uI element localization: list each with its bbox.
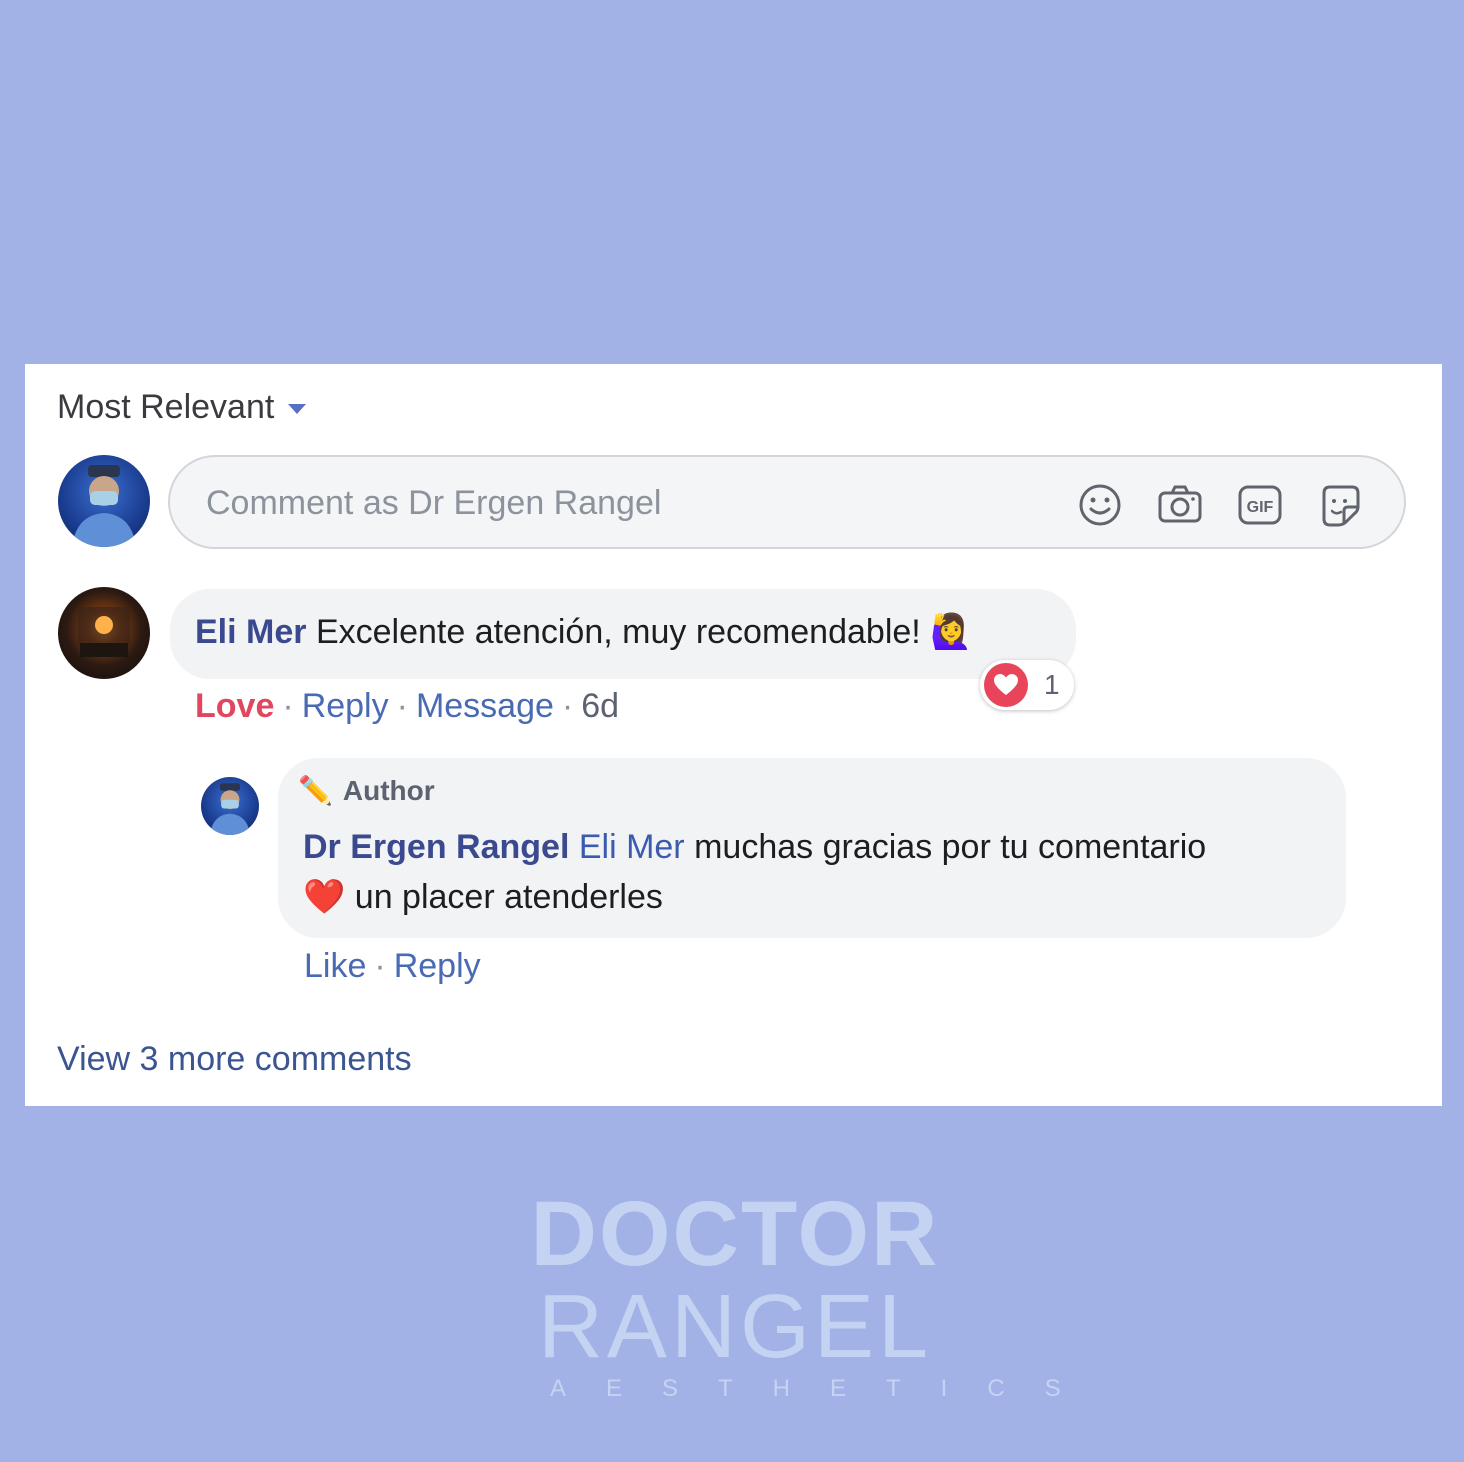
reply-text-line2: un placer atenderles [354, 878, 663, 916]
logo-line1: DOCTOR [530, 1183, 940, 1285]
logo-line2: RANGEL [537, 1277, 933, 1377]
gif-icon[interactable]: GIF [1236, 481, 1284, 529]
avatar[interactable] [58, 455, 150, 547]
author-badge-label: Author [342, 774, 435, 806]
raising-hand-emoji: 🙋‍♀️ [930, 613, 973, 651]
like-button[interactable]: Like [304, 947, 366, 985]
reaction-count: 1 [1044, 669, 1060, 700]
svg-text:GIF: GIF [1247, 499, 1274, 516]
reply-text-line1: muchas gracias por tu comentario [694, 828, 1207, 866]
comment-bubble: Eli Mer Excelente atención, muy recomend… [170, 589, 1076, 679]
comment-author[interactable]: Eli Mer [195, 613, 306, 651]
heart-emoji: ❤️ [303, 878, 346, 916]
reaction-summary[interactable]: 1 [980, 660, 1074, 710]
avatar[interactable] [201, 777, 259, 835]
love-reaction-icon [984, 663, 1028, 707]
camera-icon[interactable] [1156, 481, 1204, 529]
brand-logo: DOCTOR RANGEL AESTHETICS [530, 1183, 1101, 1404]
caret-down-icon [288, 403, 307, 414]
reply-bubble: ✏️ Author Dr Ergen Rangel Eli Mer muchas… [278, 758, 1346, 938]
sticker-icon[interactable] [1316, 481, 1364, 529]
sort-label: Most Relevant [57, 388, 275, 426]
comment-composer: GIF [168, 455, 1406, 549]
view-more-comments-link[interactable]: View 3 more comments [57, 1040, 412, 1079]
emoji-icon[interactable] [1076, 481, 1124, 529]
logo-line3: AESTHETICS [550, 1375, 1101, 1402]
message-button[interactable]: Message [416, 687, 554, 725]
comment-text: Excelente atención, muy recomendable! [315, 613, 921, 651]
comments-panel: Most Relevant Comment as Dr Ergen Rangel… [25, 364, 1442, 1106]
sort-dropdown[interactable]: Most Relevant [57, 388, 307, 427]
author-badge: ✏️ Author [298, 774, 435, 807]
pencil-icon: ✏️ [298, 775, 333, 806]
reply-button[interactable]: Reply [394, 947, 481, 985]
comment-timestamp[interactable]: 6d [581, 687, 619, 725]
reply-author[interactable]: Dr Ergen Rangel [303, 828, 569, 866]
comment-input[interactable] [204, 477, 1028, 529]
reply-mention[interactable]: Eli Mer [579, 828, 685, 866]
reply-button[interactable]: Reply [302, 687, 389, 725]
comment-actions: Love · Reply · Message · 6d [195, 687, 620, 725]
love-button[interactable]: Love [195, 687, 274, 725]
avatar[interactable] [58, 587, 150, 679]
reply-actions: Like · Reply [304, 947, 481, 985]
